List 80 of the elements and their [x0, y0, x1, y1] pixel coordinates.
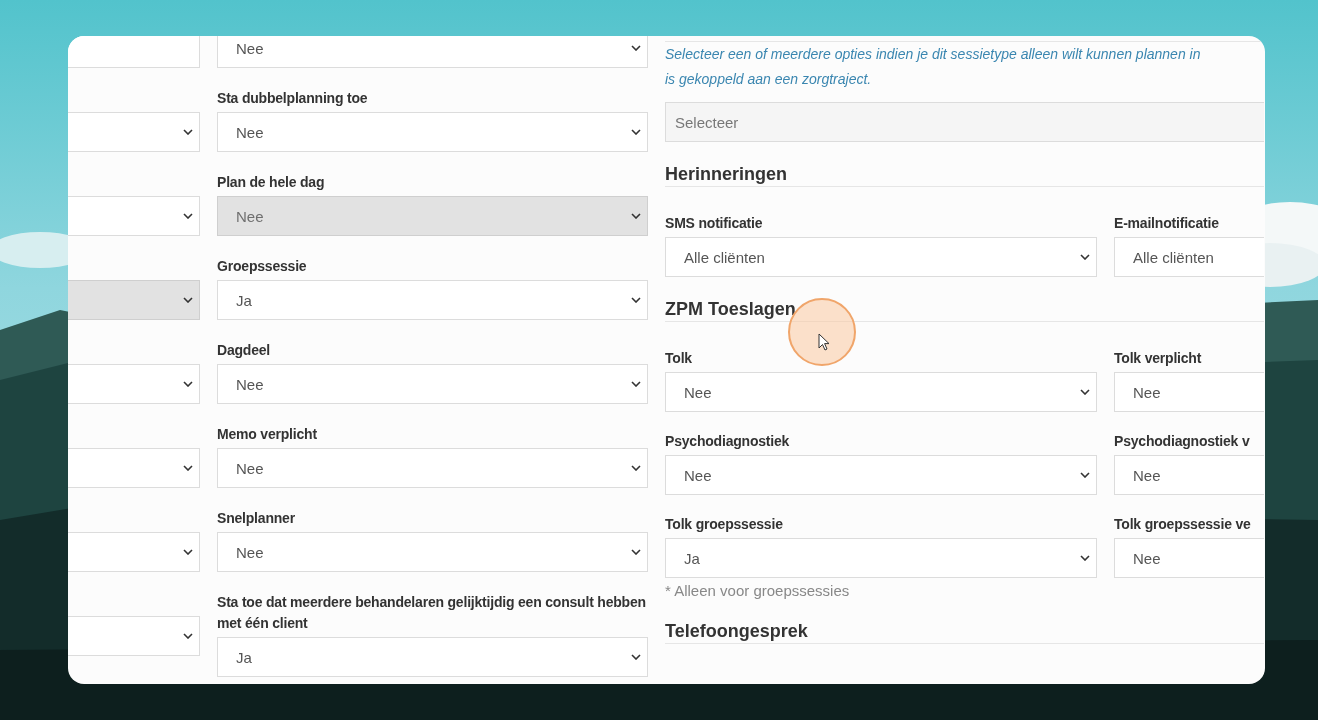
field-label: Dagdeel [217, 341, 272, 360]
field-label: Psychodiagnostiek v [1114, 432, 1251, 451]
hint-text: Selecteer een of meerdere opties indien je dit sessietype alleen wilt kunnen plannen in is gekoppeld aan een zorgtraject. [665, 45, 1202, 89]
select-field[interactable] [68, 448, 200, 488]
select-value: Nee [236, 207, 264, 225]
select-value: Ja [236, 648, 252, 666]
select-value: Ja [236, 291, 252, 309]
select-value: Alle cliënten [684, 248, 765, 266]
field-label: Psychodiagnostiek [665, 432, 791, 451]
select-value: Nee [1133, 383, 1161, 401]
select-field[interactable]: Nee [1114, 538, 1264, 578]
select-field[interactable]: Nee [665, 455, 1097, 495]
chevron-down-icon [631, 549, 641, 555]
field-label: SMS notificatie [665, 214, 764, 233]
section-heading: ZPM Toeslagen [665, 297, 1264, 322]
chevron-down-icon [183, 465, 193, 471]
select-value: Alle cliënten [1133, 248, 1214, 266]
select-field[interactable] [68, 532, 200, 572]
section-heading: Herinneringen [665, 162, 1264, 187]
multiselect-field[interactable]: Selecteer [665, 102, 1264, 142]
field-label: Snelplanner [217, 509, 296, 528]
select-value: Nee [236, 375, 264, 393]
chevron-down-icon [183, 129, 193, 135]
chevron-down-icon [631, 297, 641, 303]
select-field[interactable]: Ja [217, 637, 648, 677]
select-field[interactable]: Nee [217, 364, 648, 404]
select-value: Ja [684, 549, 700, 567]
field-label: Sta toe dat meerdere behandelaren gelijktijdig een consult hebben met één client [217, 593, 647, 633]
select-field[interactable]: Alle cliënten [1114, 237, 1264, 277]
chevron-down-icon [1080, 472, 1090, 478]
select-value: Nee [684, 466, 712, 484]
field-label: Tolk [665, 349, 693, 368]
chevron-down-icon [1080, 389, 1090, 395]
select-value: Nee [1133, 549, 1161, 567]
select-field[interactable]: Nee [217, 36, 648, 68]
select-value: Nee [236, 123, 264, 141]
select-field[interactable]: Nee [1114, 372, 1264, 412]
field-label: Memo verplicht [217, 425, 318, 444]
chevron-down-icon [631, 45, 641, 51]
select-value: Nee [684, 383, 712, 401]
chevron-down-icon [183, 549, 193, 555]
chevron-down-icon [1080, 555, 1090, 561]
chevron-down-icon [631, 465, 641, 471]
chevron-down-icon [183, 213, 193, 219]
chevron-down-icon [183, 633, 193, 639]
select-field[interactable]: Alle cliënten [665, 237, 1097, 277]
select-field[interactable]: Nee [217, 112, 648, 152]
select-field[interactable] [68, 196, 200, 236]
field-label: Tolk verplicht [1114, 349, 1203, 368]
select-field[interactable]: Ja [217, 280, 648, 320]
select-field[interactable] [68, 364, 200, 404]
field-label: Plan de hele dag [217, 173, 326, 192]
select-field[interactable]: Nee [1114, 455, 1264, 495]
select-value: Nee [1133, 466, 1161, 484]
select-value: Nee [236, 543, 264, 561]
chevron-down-icon [183, 381, 193, 387]
chevron-down-icon [631, 213, 641, 219]
chevron-down-icon [183, 297, 193, 303]
select-field[interactable] [68, 616, 200, 656]
select-field[interactable]: Nee [217, 448, 648, 488]
select-field[interactable]: Nee [217, 532, 648, 572]
field-label: Tolk groepssessie [665, 515, 784, 534]
field-label: Tolk groepssessie ve [1114, 515, 1252, 534]
text-field[interactable] [68, 36, 200, 68]
placeholder-text: Selecteer [675, 113, 739, 131]
field-label: Sta dubbelplanning toe [217, 89, 369, 108]
chevron-down-icon [631, 381, 641, 387]
note-text: * Alleen voor groepssessies [665, 582, 851, 599]
chevron-down-icon [1080, 254, 1090, 260]
chevron-down-icon [631, 129, 641, 135]
field-label: Groepssessie [217, 257, 308, 276]
field-label: E-mailnotificatie [1114, 214, 1220, 233]
select-value: Nee [236, 459, 264, 477]
select-value: Nee [236, 39, 264, 57]
cursor-icon [818, 333, 830, 351]
chevron-down-icon [631, 654, 641, 660]
select-field[interactable] [68, 112, 200, 152]
section-heading: Telefoongesprek [665, 619, 1264, 644]
select-field[interactable]: Nee [665, 372, 1097, 412]
select-field[interactable]: Ja [665, 538, 1097, 578]
